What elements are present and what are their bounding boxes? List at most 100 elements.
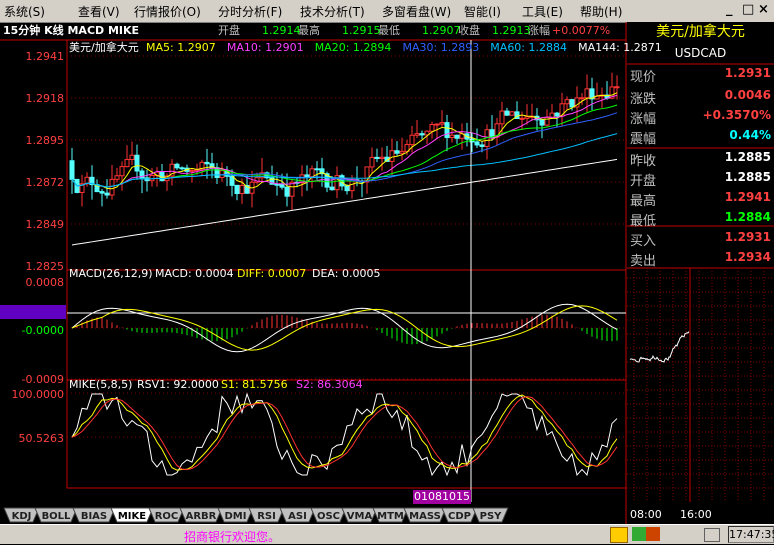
quote-row-value: 0.0046	[724, 88, 771, 102]
tab-label: KDJ	[12, 511, 32, 522]
low-value: 1.2907	[422, 24, 461, 37]
tab-label: ROC	[155, 511, 179, 522]
notification-icon[interactable]	[610, 527, 628, 543]
tab-label: DMI	[225, 511, 247, 522]
y-axis-tick: 1.2825	[25, 260, 65, 273]
tab-roc[interactable]: ROC	[148, 507, 185, 523]
tab-label: MTM	[377, 511, 404, 522]
macd-current-marker	[0, 305, 66, 319]
quote-row-value: 1.2885	[724, 150, 771, 164]
quote-row-label: 昨收	[630, 154, 657, 169]
menu-quotes[interactable]: 行情报价(O)	[134, 3, 201, 20]
tab-label: BOLL	[42, 511, 71, 522]
menu-intraday[interactable]: 分时分析(F)	[218, 3, 282, 20]
s1-value: S1: 81.5756	[221, 378, 288, 391]
status-message: 招商银行欢迎您。	[184, 530, 281, 544]
tab-rsi[interactable]: RSI	[248, 507, 285, 523]
macd-value: MACD: 0.0004	[155, 267, 234, 280]
quote-row-label: 最低	[630, 214, 657, 229]
macd-label: MACD(26,12,9)	[69, 267, 153, 280]
close-label: 收盘	[458, 24, 480, 37]
tab-label: RSI	[257, 511, 276, 522]
menu-bar: 系统(S) 查看(V) 行情报价(O) 分时分析(F) 技术分析(T) 多窗看盘(W) 智能…	[0, 0, 774, 23]
mike-label: MIKE(5,8,5)	[69, 378, 133, 391]
indicator-tabs: KDJ BOLL BIAS MIKE ROC ARBR DMI RSI ASI OSC VMA MTM…	[3, 507, 509, 523]
menu-smart[interactable]: 智能(I)	[464, 3, 501, 20]
quote-row-value: 1.2885	[724, 170, 771, 184]
quote-row-label: 买入	[630, 234, 657, 249]
connection-icon	[632, 527, 646, 541]
tab-asi[interactable]: ASI	[279, 507, 316, 523]
quote-row-label: 卖出	[630, 254, 657, 269]
high-value: 1.2915	[342, 24, 381, 37]
quote-row-value: 0.44%	[729, 128, 771, 142]
s2-value: S2: 86.3064	[296, 378, 363, 391]
tab-mass[interactable]: MASS	[403, 507, 447, 523]
quote-row-label: 最高	[630, 194, 657, 209]
y-axis-tick: 50.5263	[18, 432, 65, 445]
y-axis-tick: 1.2941	[25, 50, 65, 63]
diff-value: DIFF: 0.0007	[237, 267, 307, 280]
y-axis-tick: -0.0000	[21, 324, 64, 337]
close-button[interactable]: ×	[758, 2, 769, 17]
quote-row-value: 1.2934	[724, 250, 771, 264]
tab-label: MASS	[409, 511, 441, 522]
tab-osc[interactable]: OSC	[310, 507, 347, 523]
moving-average-lines	[71, 92, 618, 246]
tab-mike[interactable]: MIKE	[110, 507, 154, 523]
tab-arbr[interactable]: ARBR	[179, 507, 223, 523]
tab-dmi[interactable]: DMI	[217, 507, 254, 523]
tab-label: PSY	[480, 511, 503, 522]
y-axis-tick: 1.2918	[25, 92, 65, 105]
status-clock: 17:47:35	[728, 526, 774, 543]
restore-button[interactable]: □	[742, 2, 754, 17]
quote-row-value: 1.2931	[724, 230, 771, 244]
high-label: 最高	[298, 24, 320, 37]
mini-time-start: 08:00	[630, 508, 662, 521]
ma-label: MA30: 1.2893	[402, 41, 480, 54]
y-axis-tick: -0.0009	[21, 373, 64, 386]
low-label: 最低	[378, 24, 400, 37]
window-icon	[704, 528, 720, 542]
mini-time-mid: 16:00	[680, 508, 712, 521]
minimize-button[interactable]: _	[726, 2, 733, 17]
candlestick-series	[69, 72, 620, 210]
tab-mtm[interactable]: MTM	[372, 507, 409, 523]
tab-label: CDP	[448, 511, 471, 522]
open-label: 开盘	[218, 24, 240, 37]
quote-row-label: 涨幅	[630, 112, 657, 127]
dea-value: DEA: 0.0005	[312, 267, 381, 280]
menu-system[interactable]: 系统(S)	[4, 3, 45, 20]
tab-bias[interactable]: BIAS	[72, 507, 116, 523]
mike-chart	[71, 392, 618, 477]
quote-row-label: 涨跌	[630, 92, 657, 107]
menu-multiwindow[interactable]: 多窗看盘(W)	[382, 3, 451, 20]
menu-technical[interactable]: 技术分析(T)	[300, 3, 365, 20]
close-value: 1.2913	[492, 24, 531, 37]
quote-row-value: 1.2941	[724, 190, 771, 204]
tab-label: VMA	[347, 511, 373, 522]
y-axis-tick: 1.2849	[25, 218, 65, 231]
tab-vma[interactable]: VMA	[341, 507, 378, 523]
menu-help[interactable]: 帮助(H)	[580, 3, 622, 20]
status-bar: 招商银行欢迎您。 17:47:35	[0, 524, 774, 544]
tab-cdp[interactable]: CDP	[441, 507, 478, 523]
quote-row-label: 现价	[630, 70, 657, 85]
quote-row-label: 开盘	[630, 174, 657, 189]
quote-instrument-name: 美元/加拿大元	[656, 24, 745, 40]
change-value: +0.0077%	[552, 24, 611, 37]
tab-label: MIKE	[118, 511, 146, 522]
ma-label: MA20: 1.2894	[314, 41, 392, 54]
quote-row-value: 1.2884	[724, 210, 771, 224]
y-axis-tick: 100.0000	[11, 388, 65, 401]
chart-title: 15分钟 K线 MACD MIKE	[3, 24, 140, 37]
menu-tools[interactable]: 工具(E)	[522, 3, 563, 20]
change-label: 涨幅	[528, 24, 550, 37]
quote-row-label: 震幅	[630, 132, 657, 147]
tab-kdj[interactable]: KDJ	[3, 507, 40, 523]
quote-code: USDCAD	[674, 46, 727, 60]
menu-view[interactable]: 查看(V)	[78, 3, 120, 20]
y-axis-tick: 0.0008	[25, 276, 65, 289]
tab-psy[interactable]: PSY	[472, 507, 509, 523]
tab-boll[interactable]: BOLL	[34, 507, 78, 523]
